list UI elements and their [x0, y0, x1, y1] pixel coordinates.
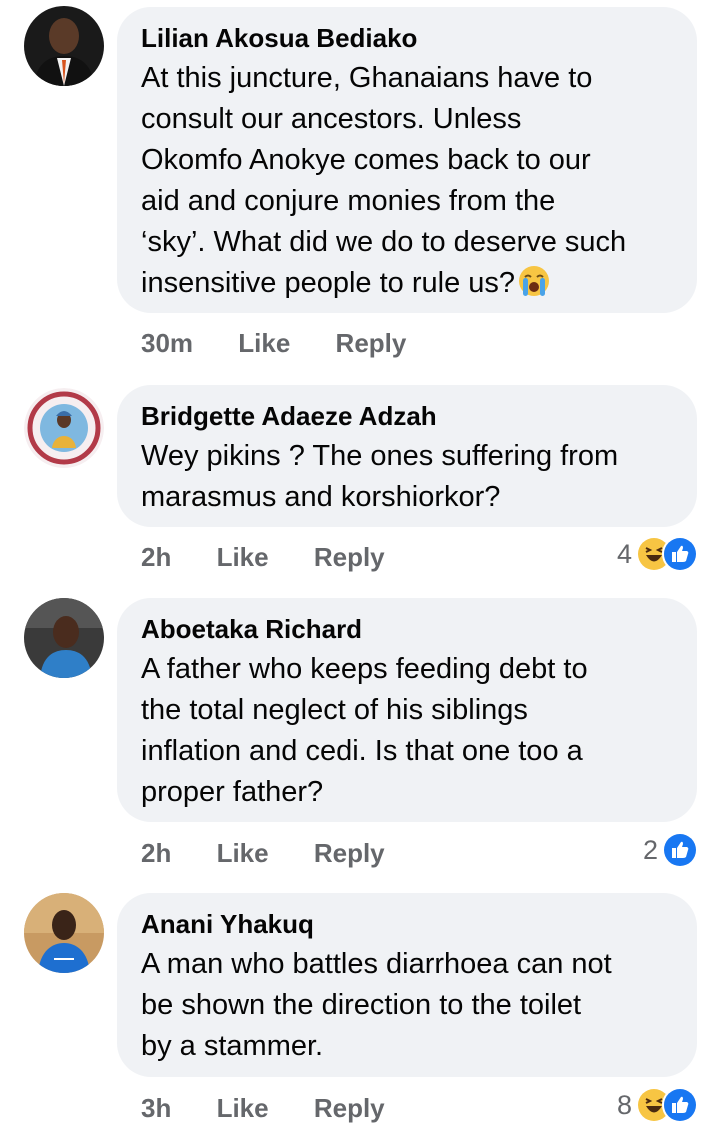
comment-bubble: Bridgette Adaeze Adzah Wey pikins ? The … [117, 385, 697, 527]
comment-author[interactable]: Anani Yhakuq [141, 909, 673, 939]
avatar[interactable] [24, 598, 104, 678]
reaction-count: 4 [616, 538, 632, 569]
like-button[interactable]: Like [217, 542, 269, 572]
reply-button[interactable]: Reply [314, 542, 385, 572]
comment-bubble: Anani Yhakuq A man who battles diarrhoea… [117, 893, 697, 1077]
comment-text: A man who battles diarrhoea can not be s… [141, 948, 612, 1062]
comment-bubble: Lilian Akosua Bediako At this juncture, … [117, 7, 697, 313]
comment-author[interactable]: Bridgette Adaeze Adzah [141, 401, 673, 431]
comment-text: A father who keeps feeding debt to the t… [141, 653, 588, 808]
comment-text-body: At this juncture, Ghanaians have to cons… [141, 62, 627, 299]
avatar[interactable] [24, 893, 104, 973]
comment-time[interactable]: 30m [141, 328, 193, 358]
comment-actions: 30m Like Reply [141, 328, 406, 358]
reply-button[interactable]: Reply [336, 328, 407, 358]
comment-item: Lilian Akosua Bediako At this juncture, … [0, 0, 720, 380]
reaction-summary[interactable]: 8 [616, 1087, 698, 1123]
avatar[interactable] [24, 388, 104, 468]
avatar[interactable] [24, 6, 104, 86]
comment-text: Wey pikins ? The ones suffering from mar… [141, 440, 619, 513]
reaction-summary[interactable]: 2 [642, 832, 698, 868]
like-button[interactable]: Like [238, 328, 290, 358]
comment-actions: 2h Like Reply [141, 542, 385, 572]
reply-button[interactable]: Reply [314, 838, 385, 868]
comment-actions: 2h Like Reply [141, 838, 385, 868]
comment-time[interactable]: 2h [141, 838, 171, 868]
reply-button[interactable]: Reply [314, 1093, 385, 1123]
reaction-count: 2 [642, 834, 658, 865]
comment-text: At this juncture, Ghanaians have to cons… [141, 58, 673, 304]
crying-face-emoji-icon [517, 264, 551, 298]
like-button[interactable]: Like [217, 1093, 269, 1123]
comment-author[interactable]: Lilian Akosua Bediako [141, 23, 673, 53]
like-icon [662, 536, 698, 572]
reaction-summary[interactable]: 4 [616, 536, 698, 572]
like-icon [662, 1087, 698, 1123]
reaction-count: 8 [616, 1089, 632, 1120]
comment-time[interactable]: 3h [141, 1093, 171, 1123]
like-icon [662, 832, 698, 868]
comment-actions: 3h Like Reply [141, 1093, 385, 1123]
comment-bubble: Aboetaka Richard A father who keeps feed… [117, 598, 697, 822]
comment-author[interactable]: Aboetaka Richard [141, 614, 673, 644]
like-button[interactable]: Like [217, 838, 269, 868]
comment-time[interactable]: 2h [141, 542, 171, 572]
